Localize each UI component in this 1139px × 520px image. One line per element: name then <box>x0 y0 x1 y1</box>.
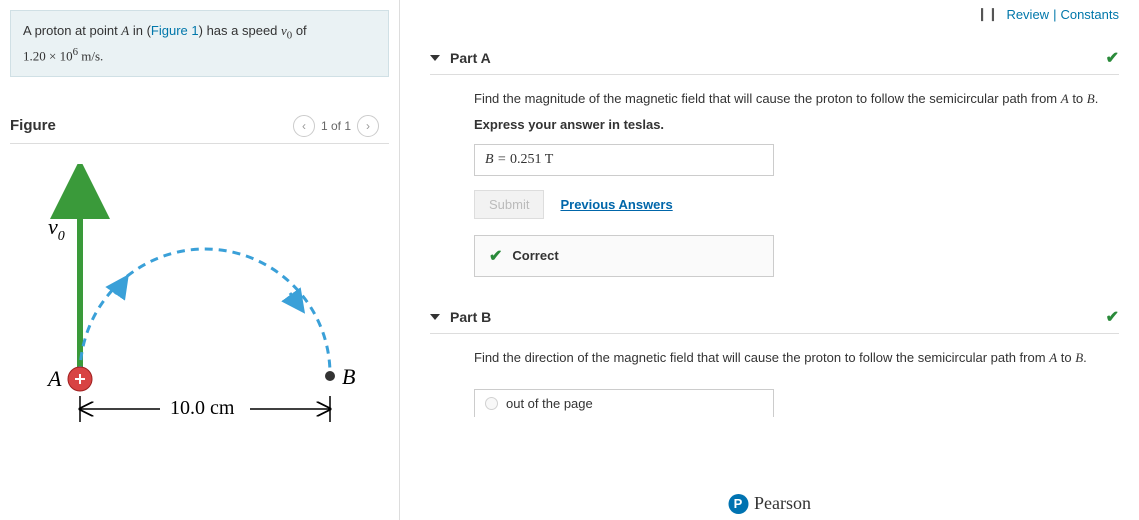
part-a-question: Find the magnitude of the magnetic field… <box>474 89 1119 109</box>
constants-link[interactable]: Constants <box>1060 7 1119 22</box>
part-a-header[interactable]: Part A ✔ <box>430 48 1119 75</box>
label-B: B <box>342 364 355 389</box>
part-b-question: Find the direction of the magnetic field… <box>474 348 1119 368</box>
radio-input[interactable] <box>485 397 498 410</box>
part-a-answer: B = 0.251 T <box>474 144 774 176</box>
label-A: A <box>46 366 62 391</box>
feedback-correct: ✔ Correct <box>474 235 774 277</box>
problem-statement: A proton at point A in (Figure 1) has a … <box>10 10 389 77</box>
figure-next-button[interactable]: › <box>357 115 379 137</box>
caret-down-icon <box>430 314 440 320</box>
previous-answers-link[interactable]: Previous Answers <box>560 197 672 212</box>
caret-down-icon <box>430 55 440 61</box>
radio-option-out-of-page[interactable]: out of the page <box>474 389 774 417</box>
pearson-footer: P Pearson <box>728 493 811 514</box>
problem-text: A proton at point <box>23 23 121 38</box>
v0-label: v0 <box>48 214 65 244</box>
point-B <box>325 371 335 381</box>
figure-link[interactable]: Figure 1 <box>151 23 199 38</box>
arc-arrow-2 <box>290 293 298 304</box>
figure-diagram: v0 A B 10.0 cm <box>0 144 399 467</box>
book-icon: ❙❙ <box>977 6 999 22</box>
check-icon: ✔ <box>1106 307 1119 327</box>
part-b-title: Part B <box>450 309 491 325</box>
part-a-title: Part A <box>450 50 491 66</box>
figure-pager: 1 of 1 <box>321 119 351 133</box>
submit-button[interactable]: Submit <box>474 190 544 219</box>
figure-title: Figure <box>10 117 56 134</box>
check-icon: ✔ <box>1106 48 1119 68</box>
pearson-brand: Pearson <box>754 493 811 514</box>
semicircle-path <box>80 249 330 374</box>
figure-prev-button[interactable]: ‹ <box>293 115 315 137</box>
part-a-instruction: Express your answer in teslas. <box>474 117 1119 132</box>
radio-label: out of the page <box>506 396 593 411</box>
check-icon: ✔ <box>489 246 502 266</box>
review-link[interactable]: Review <box>1006 7 1049 22</box>
part-b-header[interactable]: Part B ✔ <box>430 307 1119 334</box>
feedback-text: Correct <box>512 248 558 263</box>
dimension-label: 10.0 cm <box>170 397 235 419</box>
pearson-logo-icon: P <box>728 494 748 514</box>
